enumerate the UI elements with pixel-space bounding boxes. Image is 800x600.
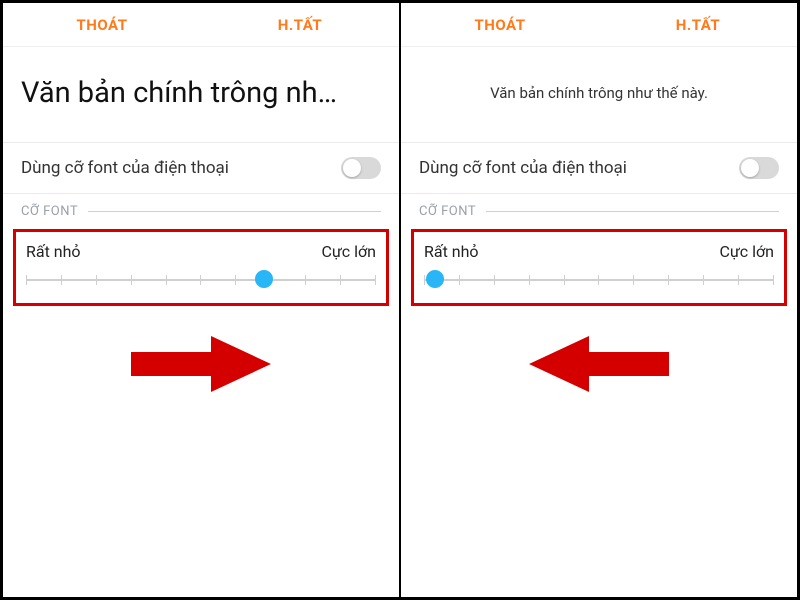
use-phone-font-row: Dùng cỡ font của điện thoại	[3, 143, 399, 194]
slider-min-label: Rất nhỏ	[26, 242, 81, 261]
section-label: CỠ FONT	[419, 204, 476, 219]
comparison-container: THOÁT H.TẤT Văn bản chính trông nh… Dùng…	[0, 0, 800, 600]
slider-thumb[interactable]	[255, 270, 273, 288]
section-divider	[486, 211, 779, 212]
panel-right: THOÁT H.TẤT Văn bản chính trông như thế …	[401, 3, 797, 597]
preview-area: Văn bản chính trông như thế này.	[401, 47, 797, 143]
panel-left: THOÁT H.TẤT Văn bản chính trông nh… Dùng…	[3, 3, 401, 597]
arrow-right-icon	[131, 334, 271, 394]
arrow-left-icon	[529, 334, 669, 394]
slider-thumb[interactable]	[426, 270, 444, 288]
use-phone-font-label: Dùng cỡ font của điện thoại	[419, 158, 627, 178]
use-phone-font-toggle[interactable]	[341, 157, 381, 179]
font-size-slider[interactable]	[26, 271, 376, 289]
preview-text: Văn bản chính trông nh…	[21, 76, 381, 110]
done-button[interactable]: H.TẤT	[201, 16, 399, 34]
toggle-knob	[343, 159, 361, 177]
font-size-slider[interactable]	[424, 271, 774, 289]
toggle-knob	[741, 159, 759, 177]
use-phone-font-label: Dùng cỡ font của điện thoại	[21, 158, 229, 178]
exit-button[interactable]: THOÁT	[3, 16, 201, 34]
font-size-section-header: CỠ FONT	[401, 194, 797, 225]
use-phone-font-row: Dùng cỡ font của điện thoại	[401, 143, 797, 194]
slider-labels: Rất nhỏ Cực lớn	[26, 242, 376, 261]
font-size-section-header: CỠ FONT	[3, 194, 399, 225]
slider-ticks	[424, 275, 774, 285]
section-label: CỠ FONT	[21, 204, 78, 219]
use-phone-font-toggle[interactable]	[739, 157, 779, 179]
font-size-slider-highlight: Rất nhỏ Cực lớn	[411, 229, 787, 306]
slider-ticks	[26, 275, 376, 285]
exit-button[interactable]: THOÁT	[401, 16, 599, 34]
top-bar: THOÁT H.TẤT	[3, 3, 399, 47]
slider-max-label: Cực lớn	[321, 242, 376, 261]
section-divider	[88, 211, 381, 212]
top-bar: THOÁT H.TẤT	[401, 3, 797, 47]
preview-area: Văn bản chính trông nh…	[3, 47, 399, 143]
preview-text: Văn bản chính trông như thế này.	[419, 84, 779, 102]
done-button[interactable]: H.TẤT	[599, 16, 797, 34]
slider-labels: Rất nhỏ Cực lớn	[424, 242, 774, 261]
slider-min-label: Rất nhỏ	[424, 242, 479, 261]
font-size-slider-highlight: Rất nhỏ Cực lớn	[13, 229, 389, 306]
slider-max-label: Cực lớn	[719, 242, 774, 261]
arrow-annotation	[401, 306, 797, 597]
arrow-annotation	[3, 306, 399, 597]
